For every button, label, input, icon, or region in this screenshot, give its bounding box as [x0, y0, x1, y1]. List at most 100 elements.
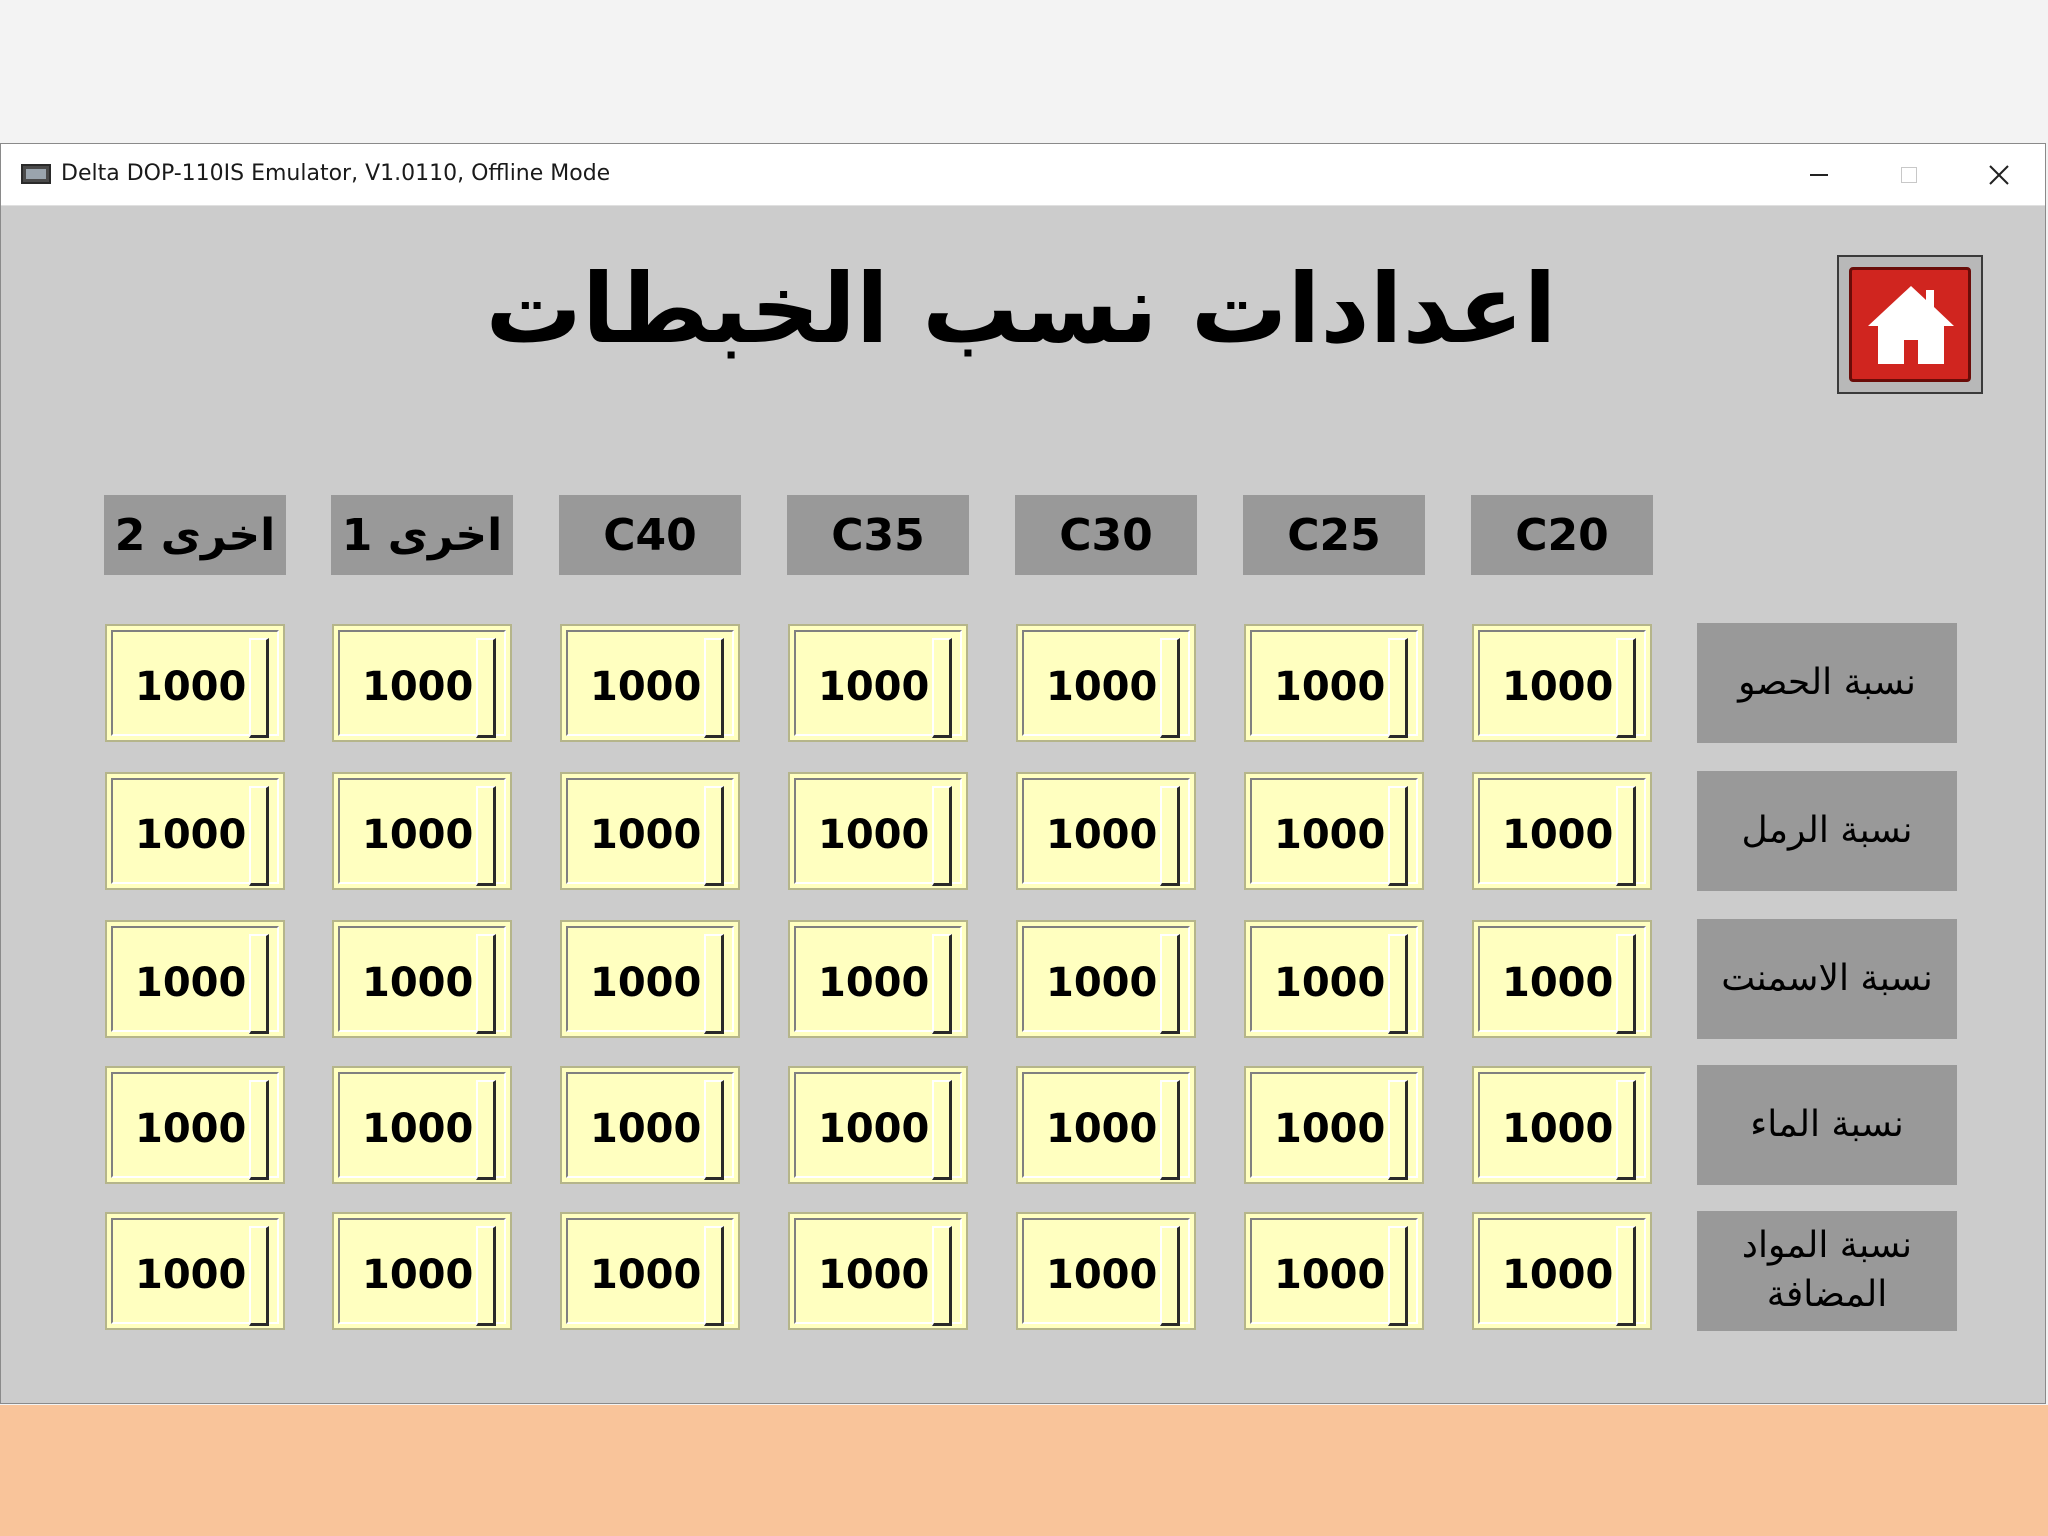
numeric-input-field[interactable]: 1000	[560, 772, 740, 890]
input-side-bar	[704, 1226, 724, 1326]
numeric-input-field[interactable]: 1000	[1472, 772, 1652, 890]
numeric-input-field[interactable]: 1000	[1016, 624, 1196, 742]
input-bevel: 1000	[1022, 778, 1190, 886]
numeric-input-field[interactable]: 1000	[1016, 920, 1196, 1038]
input-side-bar	[932, 638, 952, 738]
numeric-input-field[interactable]: 1000	[105, 1066, 285, 1184]
home-button[interactable]	[1837, 255, 1983, 394]
input-value: 1000	[590, 812, 702, 858]
input-side-bar	[1616, 934, 1636, 1034]
numeric-input-field[interactable]: 1000	[1244, 624, 1424, 742]
input-bevel: 1000	[794, 630, 962, 738]
input-bevel: 1000	[1478, 630, 1646, 738]
input-side-bar	[1388, 786, 1408, 886]
numeric-input-field[interactable]: 1000	[560, 1212, 740, 1330]
input-side-bar	[932, 786, 952, 886]
input-bevel: 1000	[1022, 1072, 1190, 1180]
numeric-input-field[interactable]: 1000	[332, 624, 512, 742]
numeric-input-field[interactable]: 1000	[1016, 772, 1196, 890]
numeric-input-field[interactable]: 1000	[1244, 920, 1424, 1038]
input-bevel: 1000	[338, 630, 506, 738]
input-side-bar	[704, 638, 724, 738]
numeric-input-field[interactable]: 1000	[560, 624, 740, 742]
numeric-input-field[interactable]: 1000	[788, 920, 968, 1038]
row-header: نسبة المواد المضافة	[1697, 1211, 1957, 1331]
maximize-button[interactable]	[1864, 144, 1954, 206]
numeric-input-field[interactable]: 1000	[788, 1212, 968, 1330]
input-value: 1000	[1274, 1106, 1386, 1152]
input-bevel: 1000	[111, 1072, 279, 1180]
input-bevel: 1000	[566, 1072, 734, 1180]
input-value: 1000	[1502, 1106, 1614, 1152]
hmi-screen: اعدادات نسب الخبطات C20 C25 C30 C35 C40 اخرى …	[1, 206, 2045, 1403]
input-value: 1000	[1274, 812, 1386, 858]
input-value: 1000	[362, 1106, 474, 1152]
input-side-bar	[476, 638, 496, 738]
column-header: اخرى 1	[331, 495, 513, 575]
numeric-input-field[interactable]: 1000	[788, 772, 968, 890]
numeric-input-field[interactable]: 1000	[788, 1066, 968, 1184]
input-bevel: 1000	[338, 1218, 506, 1326]
input-bevel: 1000	[566, 630, 734, 738]
input-side-bar	[1388, 1080, 1408, 1180]
input-bevel: 1000	[1022, 926, 1190, 1034]
numeric-input-field[interactable]: 1000	[105, 1212, 285, 1330]
input-side-bar	[1388, 1226, 1408, 1326]
window-title: Delta DOP-110IS Emulator, V1.0110, Offli…	[61, 161, 611, 186]
row-header: نسبة الاسمنت	[1697, 919, 1957, 1039]
input-bevel: 1000	[1478, 1218, 1646, 1326]
numeric-input-field[interactable]: 1000	[560, 920, 740, 1038]
numeric-input-field[interactable]: 1000	[1016, 1066, 1196, 1184]
column-header: C30	[1015, 495, 1197, 575]
numeric-input-field[interactable]: 1000	[105, 624, 285, 742]
input-value: 1000	[1046, 1252, 1158, 1298]
numeric-input-field[interactable]: 1000	[105, 772, 285, 890]
page-title: اعدادات نسب الخبطات	[485, 253, 1557, 365]
input-bevel: 1000	[566, 778, 734, 886]
input-value: 1000	[818, 960, 930, 1006]
input-side-bar	[704, 786, 724, 886]
input-value: 1000	[135, 1106, 247, 1152]
numeric-input-field[interactable]: 1000	[1016, 1212, 1196, 1330]
input-side-bar	[1160, 786, 1180, 886]
input-bevel: 1000	[111, 1218, 279, 1326]
input-side-bar	[932, 934, 952, 1034]
numeric-input-field[interactable]: 1000	[788, 624, 968, 742]
input-value: 1000	[1502, 812, 1614, 858]
input-bevel: 1000	[794, 1072, 962, 1180]
input-side-bar	[1616, 638, 1636, 738]
input-value: 1000	[1046, 664, 1158, 710]
numeric-input-field[interactable]: 1000	[332, 1066, 512, 1184]
numeric-input-field[interactable]: 1000	[1472, 1212, 1652, 1330]
column-header: C25	[1243, 495, 1425, 575]
title-bar[interactable]: Delta DOP-110IS Emulator, V1.0110, Offli…	[1, 144, 2045, 206]
input-side-bar	[249, 638, 269, 738]
input-side-bar	[704, 1080, 724, 1180]
numeric-input-field[interactable]: 1000	[1472, 624, 1652, 742]
numeric-input-field[interactable]: 1000	[560, 1066, 740, 1184]
input-bevel: 1000	[1250, 1072, 1418, 1180]
input-side-bar	[1160, 1226, 1180, 1326]
input-bevel: 1000	[1478, 778, 1646, 886]
input-bevel: 1000	[111, 778, 279, 886]
numeric-input-field[interactable]: 1000	[1472, 1066, 1652, 1184]
numeric-input-field[interactable]: 1000	[1244, 1066, 1424, 1184]
numeric-input-field[interactable]: 1000	[332, 1212, 512, 1330]
column-header: C20	[1471, 495, 1653, 575]
emulator-window: Delta DOP-110IS Emulator, V1.0110, Offli…	[0, 143, 2046, 1404]
numeric-input-field[interactable]: 1000	[105, 920, 285, 1038]
minimize-button[interactable]	[1774, 144, 1864, 206]
numeric-input-field[interactable]: 1000	[332, 920, 512, 1038]
numeric-input-field[interactable]: 1000	[1472, 920, 1652, 1038]
numeric-input-field[interactable]: 1000	[332, 772, 512, 890]
input-side-bar	[476, 1080, 496, 1180]
input-value: 1000	[1046, 1106, 1158, 1152]
input-bevel: 1000	[338, 778, 506, 886]
numeric-input-field[interactable]: 1000	[1244, 1212, 1424, 1330]
numeric-input-field[interactable]: 1000	[1244, 772, 1424, 890]
close-icon	[1989, 165, 2009, 185]
input-bevel: 1000	[1250, 1218, 1418, 1326]
close-button[interactable]	[1954, 144, 2044, 206]
input-value: 1000	[590, 960, 702, 1006]
maximize-icon	[1901, 167, 1917, 183]
